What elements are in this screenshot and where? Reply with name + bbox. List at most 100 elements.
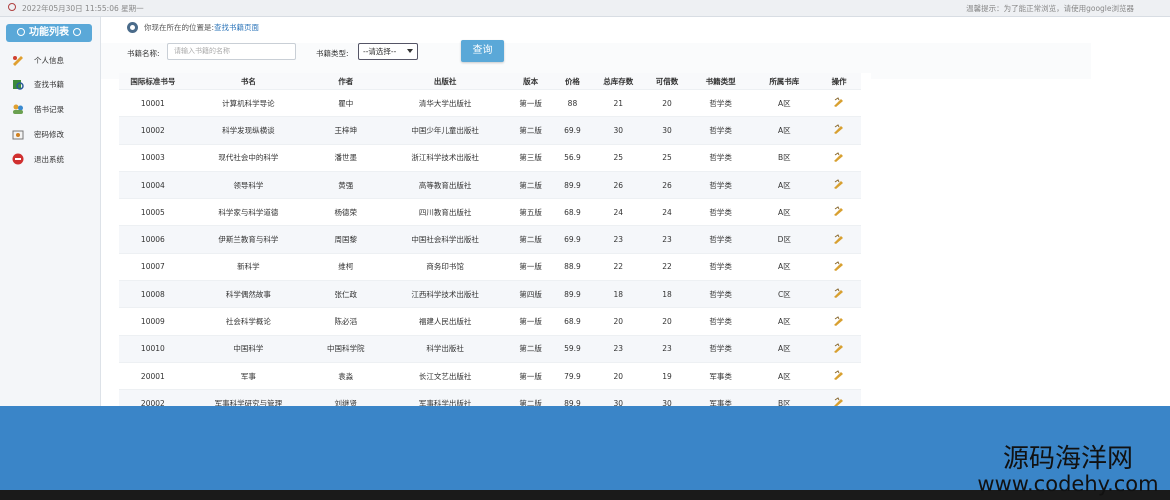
table-cell: 22 [592,252,645,281]
table-cell: 20 [644,88,690,117]
table-cell: 军事类 [689,361,752,390]
borrow-icon[interactable] [833,97,845,108]
table-cell: 王梓坤 [309,116,382,145]
column-header: 书名 [186,73,310,90]
sidebar-item-label: 密码修改 [34,130,64,139]
sidebar-item-borrow-records[interactable]: 借书记录 [12,101,92,117]
table-cell: 10006 [119,225,187,254]
table-cell: 军事 [186,361,310,390]
borrow-icon[interactable] [833,261,845,271]
table-row: 20001 军事 袁淼 长江文艺出版社 第一版 79.9 20 19 军事类 A区 [119,361,861,390]
book-name-input[interactable]: 请输入书籍的名称 [167,43,296,60]
borrow-icon[interactable] [833,233,845,244]
column-header: 可借数 [644,73,690,90]
top-status-bar: 2022年05月30日 11:55:06 星期一 温馨提示：为了能正常浏览，请使… [0,0,1170,17]
sidebar-item-change-password[interactable]: 密码修改 [12,126,92,142]
table-cell: 23 [592,225,645,254]
table-cell: 20001 [119,361,187,390]
breadcrumb: 你现在所在的位置是:查找书籍页面 [144,22,259,33]
table-body: 10001 计算机科学导论 瞿中 清华大学出版社 第一版 88 21 20 哲学类 A区 10002… [119,88,861,406]
table-cell: 56.9 [552,143,593,172]
watermark-url: www.codehy.com [977,472,1159,496]
borrow-icon[interactable] [833,152,845,162]
table-cell: 18 [592,280,645,308]
table-row: 10006 伊斯兰教育与科学 周国黎 中国社会科学出版社 第二版 69.9 23 23 哲学类 D… [119,225,861,254]
table-cell: 现代社会中的科学 [186,143,310,172]
table-cell: 30 [644,116,690,145]
table-cell: 24 [644,198,690,226]
borrow-icon[interactable] [833,343,845,353]
table-cell: 69.9 [552,116,593,145]
table-cell: 22 [644,252,690,281]
borrow-icon[interactable] [833,124,845,135]
book-type-select[interactable]: --请选择-- [358,43,418,60]
table-cell: 科学家与科学道德 [186,198,310,226]
table-cell: 88 [552,88,593,117]
table-cell: 军事科学研究与管理 [186,389,310,406]
book-type-value: --请选择-- [363,47,397,56]
table-cell: 20 [644,307,690,336]
table-cell: A区 [751,198,818,226]
table-cell: 89.9 [552,170,593,199]
column-header: 书籍类型 [689,73,752,90]
borrow-icon[interactable] [833,288,845,299]
table-cell: 第三版 [508,143,553,172]
table-cell: 10004 [119,170,187,199]
book-name-label: 书籍名称: [127,49,160,58]
location-icon [127,22,138,33]
borrow-icon[interactable] [833,206,845,217]
table-cell: 四川教育出版社 [381,198,509,226]
table-cell: 89.9 [552,280,593,308]
table-cell-action [817,88,861,117]
books-table-container[interactable]: 国际标准书号 书名 作者 出版社 版本 价格 总库存数 可借数 书籍类型 所属书… [119,73,871,406]
table-cell: 第一版 [508,307,553,336]
sidebar-item-logout[interactable]: 退出系统 [12,151,92,167]
table-cell: 第二版 [508,334,553,363]
breadcrumb-current[interactable]: 查找书籍页面 [214,23,259,32]
table-cell: 高等教育出版社 [381,170,509,199]
table-row: 10010 中国科学 中国科学院 科学出版社 第二版 59.9 23 23 哲学类 A区 [119,334,861,363]
table-cell-action [817,361,861,390]
table-cell: 黄强 [309,170,382,199]
borrow-icon[interactable] [833,397,845,406]
table-cell: 第二版 [508,116,553,145]
table-cell: 79.9 [552,361,593,390]
table-cell: 江西科学技术出版社 [381,280,509,308]
table-cell: 哲学类 [689,143,752,172]
books-table: 国际标准书号 书名 作者 出版社 版本 价格 总库存数 可借数 书籍类型 所属书… [119,73,861,406]
sidebar: 功能列表 个人信息 查找书籍 借书记录 密码修改 退出系统 [0,17,101,406]
borrow-icon[interactable] [833,315,845,326]
table-cell-action [817,334,861,363]
table-cell: A区 [751,361,818,390]
table-cell: 19 [644,361,690,390]
table-cell: 哲学类 [689,170,752,199]
table-cell: 刘继贤 [309,389,382,406]
lock-icon [12,130,24,140]
table-cell: 周国黎 [309,225,382,254]
search-button[interactable]: 查询 [461,40,504,62]
table-cell: A区 [751,88,818,117]
table-cell: 10010 [119,334,187,363]
table-cell: 10008 [119,280,187,308]
sidebar-item-find-books[interactable]: 查找书籍 [12,76,92,92]
table-cell: 第四版 [508,280,553,308]
table-cell: 哲学类 [689,116,752,145]
table-row: 10005 科学家与科学道德 杨德荣 四川教育出版社 第五版 68.9 24 24 哲学类 A区 [119,198,861,226]
breadcrumb-prefix: 你现在所在的位置是: [144,23,215,32]
table-cell: 哲学类 [689,280,752,308]
table-cell-action [817,170,861,199]
sidebar-title: 功能列表 [29,27,69,38]
column-header: 操作 [817,73,861,90]
table-cell: 领导科学 [186,170,310,199]
table-cell: 新科学 [186,252,310,281]
table-cell-action [817,143,861,172]
sidebar-item-profile[interactable]: 个人信息 [12,52,92,68]
table-cell: 26 [592,170,645,199]
table-cell: 哲学类 [689,307,752,336]
borrow-icon[interactable] [833,179,845,190]
table-cell: 浙江科学技术出版社 [381,143,509,172]
borrow-icon[interactable] [833,370,845,381]
table-cell: A区 [751,116,818,145]
table-cell-action [817,116,861,145]
table-cell: A区 [751,307,818,336]
